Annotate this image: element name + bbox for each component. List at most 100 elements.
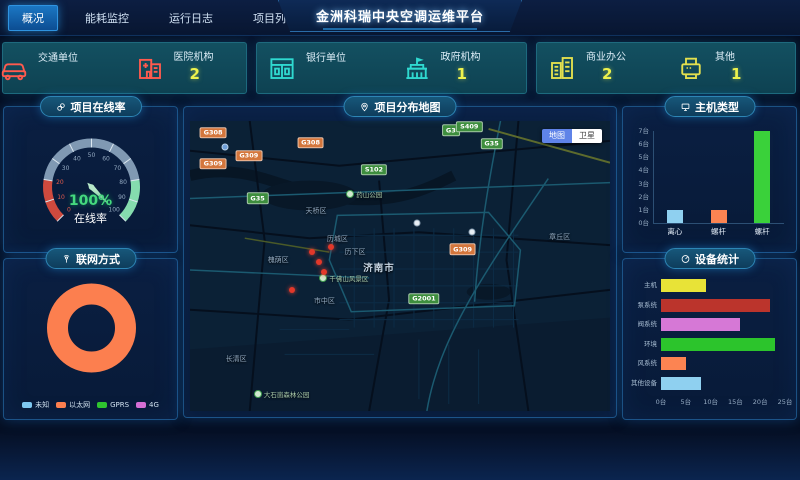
map-poi-药山公园[interactable]: 药山公园 xyxy=(346,189,382,199)
bar-螺杆[interactable] xyxy=(754,131,770,223)
donut-slice-以太网[interactable] xyxy=(58,294,126,362)
bar-螺杆[interactable] xyxy=(711,210,727,223)
map-type-toggle: 地图 卫星 xyxy=(542,129,602,143)
nav-tab-2[interactable]: 运行日志 xyxy=(156,6,226,30)
title-container: 金洲科瑞中央空调运维平台 xyxy=(278,0,522,32)
panel-map-title: 项目分布地图 xyxy=(375,99,441,115)
y-tick-label: 1台 xyxy=(629,207,649,214)
panel-host-type: 主机类型 0台1台2台3台4台5台6台7台离心螺杆螺杆 xyxy=(622,106,797,253)
map-station-marker-0[interactable] xyxy=(413,220,420,227)
stat-text: 政府机构1 xyxy=(441,52,481,83)
legend-item-以太网[interactable]: 以太网 xyxy=(56,400,90,410)
legend-label: 4G xyxy=(149,401,159,409)
map-toggle-map[interactable]: 地图 xyxy=(542,129,572,143)
hbar-label-其他设备: 其他设备 xyxy=(629,377,657,390)
nav-tab-1[interactable]: 能耗监控 xyxy=(72,6,142,30)
map-project-dot-3[interactable] xyxy=(316,259,322,265)
stat-text: 商业办公2 xyxy=(586,52,626,83)
location-pin-icon xyxy=(360,102,370,112)
hbar-环境[interactable] xyxy=(661,338,775,351)
panel-network-type: 联网方式 未知以太网GPRS4G xyxy=(3,258,178,420)
legend-label: 未知 xyxy=(35,400,49,410)
hbar-泵系统[interactable] xyxy=(661,299,770,312)
legend-swatch xyxy=(22,402,32,408)
legend-item-未知[interactable]: 未知 xyxy=(22,400,49,410)
map-area-label-槐荫区: 槐荫区 xyxy=(268,255,289,265)
map-project-dot-4[interactable] xyxy=(328,244,334,250)
device-stats-bar-chart: 主机泵系统阀系统环境风系统其他设备0台5台10台15台20台25台 xyxy=(629,275,790,413)
stat-value xyxy=(54,66,78,83)
hbar-label-泵系统: 泵系统 xyxy=(629,299,657,312)
svg-text:70: 70 xyxy=(114,165,122,172)
hbar-阀系统[interactable] xyxy=(661,318,740,331)
monitor-icon xyxy=(680,102,690,112)
stat-card-1: 银行单位 政府机构1 xyxy=(256,42,527,94)
map-project-dot-2[interactable] xyxy=(289,287,295,293)
x-tick-label: 20台 xyxy=(748,399,772,406)
stat-label: 商业办公 xyxy=(586,52,626,65)
panel-online-rate: 项目在线率 0102030405060708090100 100% 在线率 xyxy=(3,106,178,253)
map-city-label: 济南市 xyxy=(363,260,395,274)
x-tick-label: 0台 xyxy=(649,399,673,406)
map-toggle-satellite[interactable]: 卫星 xyxy=(572,129,602,143)
road-badge-G308: G308 xyxy=(200,127,227,139)
svg-text:50: 50 xyxy=(88,152,96,159)
hbar-label-主机: 主机 xyxy=(629,279,657,292)
host-type-bar-chart: 0台1台2台3台4台5台6台7台离心螺杆螺杆 xyxy=(629,123,790,246)
road-badge-G2001: G2001 xyxy=(408,293,439,305)
stat-value: 1 xyxy=(457,65,481,84)
map-area-label-天桥区: 天桥区 xyxy=(306,206,327,216)
map-station-marker-1[interactable] xyxy=(468,229,475,236)
stat-item-医院机构: 医院机构2 xyxy=(125,52,247,83)
hbar-主机[interactable] xyxy=(661,279,706,292)
svg-text:20: 20 xyxy=(56,179,64,186)
legend-swatch xyxy=(136,402,146,408)
road-badge-G35: G35 xyxy=(246,193,268,205)
bar-label-螺杆: 螺杆 xyxy=(742,228,782,236)
stat-value: 1 xyxy=(731,65,741,84)
map-poi-千佛山风景区[interactable]: 千佛山风景区 xyxy=(319,273,368,283)
x-tick-label: 10台 xyxy=(699,399,723,406)
road-badge-S102: S102 xyxy=(361,164,387,176)
x-tick-label: 25台 xyxy=(773,399,797,406)
stat-value xyxy=(322,66,346,83)
office-icon xyxy=(547,53,577,83)
stat-item-政府机构: 政府机构1 xyxy=(392,52,527,83)
hbar-风系统[interactable] xyxy=(661,357,686,370)
page-title: 金洲科瑞中央空调运维平台 xyxy=(316,6,484,25)
map-area-label-历城区: 历城区 xyxy=(327,234,348,244)
hbar-其他设备[interactable] xyxy=(661,377,701,390)
map-project-dot-0[interactable] xyxy=(309,249,315,255)
map-poi-大石崮森林公园[interactable]: 大石崮森林公园 xyxy=(254,389,310,399)
map-station-marker-2[interactable] xyxy=(221,143,228,150)
stat-text: 其他1 xyxy=(715,52,741,83)
map-area-label-市中区: 市中区 xyxy=(314,296,335,306)
government-icon xyxy=(402,53,432,83)
hbar-label-阀系统: 阀系统 xyxy=(629,318,657,331)
map-project-dot-1[interactable] xyxy=(321,269,327,275)
svg-text:40: 40 xyxy=(73,155,81,162)
stat-label: 银行单位 xyxy=(306,53,346,66)
road-badge-S409: S409 xyxy=(456,121,482,132)
stat-label: 其他 xyxy=(715,52,741,65)
bar-离心[interactable] xyxy=(667,210,683,223)
network-donut-chart xyxy=(10,275,171,413)
stat-text: 医院机构2 xyxy=(174,52,214,83)
gauge-icon xyxy=(680,254,690,264)
legend-swatch xyxy=(56,402,66,408)
panel-device-header: 设备统计 xyxy=(664,248,755,269)
legend-swatch xyxy=(97,402,107,408)
x-tick-label: 15台 xyxy=(723,399,747,406)
map-canvas[interactable]: G308G308G309G309G3S409G35G35S102G309G200… xyxy=(190,121,610,411)
nav-tab-0[interactable]: 概况 xyxy=(8,5,58,31)
stat-text: 交通单位 xyxy=(38,53,78,83)
hbar-label-风系统: 风系统 xyxy=(629,357,657,370)
panel-online-rate-header: 项目在线率 xyxy=(40,96,142,117)
legend-item-GPRS[interactable]: GPRS xyxy=(97,400,129,410)
panel-map-header: 项目分布地图 xyxy=(344,96,457,117)
link-icon xyxy=(56,102,66,112)
legend-item-4G[interactable]: 4G xyxy=(136,400,159,410)
x-tick-label: 5台 xyxy=(674,399,698,406)
y-tick-label: 4台 xyxy=(629,167,649,174)
road-badge-G309: G309 xyxy=(235,150,262,162)
